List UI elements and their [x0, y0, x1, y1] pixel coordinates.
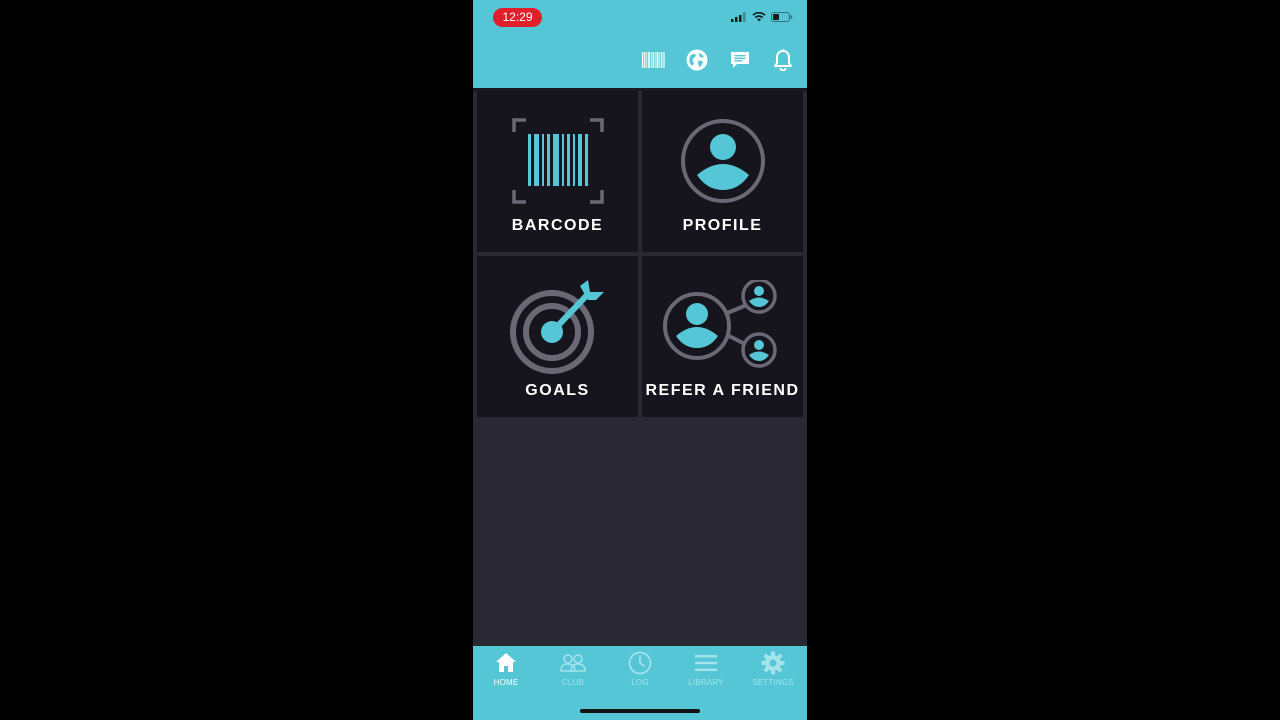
barcode-tile[interactable]: BARCODE — [477, 91, 638, 252]
home-indicator — [580, 709, 700, 713]
messages-button[interactable] — [727, 46, 752, 74]
profile-tile-label: PROFILE — [682, 217, 763, 234]
tab-home-label: HOME — [493, 678, 519, 687]
home-tile-grid: BARCODE PROFILE GOALS REFER A FRIEND — [477, 91, 803, 419]
menu-icon — [695, 655, 717, 671]
target-icon — [509, 280, 604, 374]
goals-tile-label: GOALS — [525, 382, 590, 399]
tab-settings-label: SETTINGS — [752, 678, 794, 687]
signal-icon — [731, 12, 746, 22]
refer-friend-icon — [662, 280, 777, 368]
tab-log-label: LOG — [631, 678, 649, 687]
club-icon — [560, 654, 586, 672]
barcode-icon — [642, 52, 665, 68]
header-actions — [641, 46, 795, 74]
tab-library[interactable]: LIBRARY — [673, 650, 739, 692]
profile-tile[interactable]: PROFILE — [642, 91, 803, 252]
status-time: 12:29 — [493, 8, 542, 27]
profile-icon — [680, 119, 765, 203]
battery-icon — [771, 12, 793, 22]
tab-home[interactable]: HOME — [473, 650, 539, 692]
refer-a-friend-tile-label: REFER A FRIEND — [645, 382, 800, 399]
gear-icon — [761, 651, 785, 675]
tab-settings[interactable]: SETTINGS — [740, 650, 806, 692]
bell-icon — [773, 49, 792, 71]
tab-log[interactable]: LOG — [607, 650, 673, 692]
status-icons — [731, 12, 793, 22]
app-header: 12:29 — [473, 0, 807, 88]
goals-tile[interactable]: GOALS — [477, 256, 638, 417]
notifications-button[interactable] — [770, 46, 795, 74]
phone-screen: 12:29 BARCODE PROFILE GOALS REFER A FRIE… — [473, 0, 807, 720]
chat-icon — [730, 52, 749, 68]
clock-icon — [628, 651, 652, 675]
tab-club[interactable]: CLUB — [540, 650, 606, 692]
wifi-icon — [752, 12, 766, 22]
barcode-button[interactable] — [641, 46, 666, 74]
tab-club-label: CLUB — [561, 678, 585, 687]
globe-icon — [686, 49, 707, 71]
refer-a-friend-tile[interactable]: REFER A FRIEND — [642, 256, 803, 417]
home-icon — [496, 653, 516, 672]
tab-library-label: LIBRARY — [688, 678, 724, 687]
globe-button[interactable] — [684, 46, 709, 74]
barcode-scan-icon — [511, 118, 604, 204]
barcode-tile-label: BARCODE — [511, 217, 604, 234]
